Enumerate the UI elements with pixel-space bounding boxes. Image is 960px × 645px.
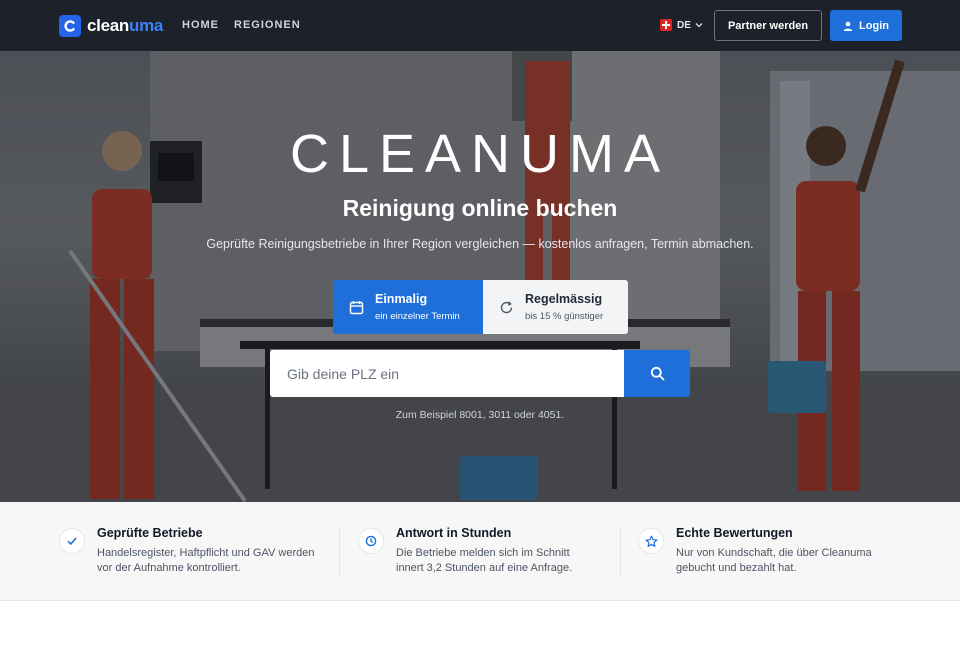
hero-section: CLEANUMA Reinigung online buchen Geprüft… <box>0 51 960 502</box>
feature-item: Echte Bewertungen Nur von Kundschaft, di… <box>638 526 904 576</box>
swiss-flag-icon <box>660 19 672 31</box>
option-einmalig-label: Einmalig <box>375 292 428 306</box>
features-strip: Geprüfte Betriebe Handelsregister, Haftp… <box>0 502 960 601</box>
divider <box>339 528 340 576</box>
option-einmalig-hint: ein einzelner Termin <box>375 311 460 322</box>
hero-overlay <box>0 51 960 502</box>
feature-description-line: gebucht und bezahlt hat. <box>676 562 797 574</box>
language-label: DE <box>677 19 691 31</box>
calendar-icon <box>349 300 364 314</box>
booking-frequency-toggle: Einmalig ein einzelner Termin Regelmässi… <box>333 280 628 334</box>
feature-title: Echte Bewertungen <box>676 526 793 540</box>
nav-link-home[interactable]: HOME <box>182 19 219 31</box>
feature-description: Nur von Kundschaft, die über Cleanuma geb… <box>676 546 904 576</box>
option-regelmaessig[interactable]: Regelmässig bis 15 % günstiger <box>483 280 628 334</box>
feature-description-line: Nur von Kundschaft, die über Cleanuma <box>676 547 872 559</box>
logo-text-part2: uma <box>128 15 164 35</box>
language-selector[interactable]: DE <box>660 18 703 32</box>
option-regelmaessig-hint: bis 15 % günstiger <box>525 311 604 322</box>
hero-subtitle: Reinigung online buchen <box>342 195 618 221</box>
feature-title: Geprüfte Betriebe <box>97 526 203 540</box>
logo[interactable]: cleanuma <box>59 14 163 37</box>
nav-link-regionen[interactable]: REGIONEN <box>234 19 301 31</box>
plz-search-input[interactable] <box>270 350 624 397</box>
hero-description: Geprüfte Reinigungsbetriebe in Ihrer Reg… <box>206 237 754 251</box>
feature-description: Die Betriebe melden sich im Schnitt inner… <box>396 546 624 576</box>
hero-title: CLEANUMA <box>289 124 671 184</box>
feature-item: Antwort in Stunden Die Betriebe melden s… <box>358 526 624 576</box>
logo-text: cleanuma <box>87 16 163 36</box>
logo-text-part1: clean <box>87 15 129 35</box>
feature-description: Handelsregister, Haftpflicht und GAV wer… <box>97 546 325 576</box>
chevron-down-icon <box>695 23 703 28</box>
check-icon <box>59 528 85 554</box>
plz-search-bar <box>270 350 690 397</box>
clock-icon <box>358 528 384 554</box>
logo-mark-icon <box>59 14 81 37</box>
feature-title: Antwort in Stunden <box>396 526 512 540</box>
login-label: Login <box>859 19 889 32</box>
feature-description-line: Handelsregister, Haftpflicht und GAV wer… <box>97 547 315 559</box>
feature-description-line: Die Betriebe melden sich im Schnitt <box>396 547 570 559</box>
user-icon <box>843 21 853 31</box>
plz-example-hint: Zum Beispiel 8001, 3011 oder 4051. <box>395 409 565 421</box>
option-einmalig[interactable]: Einmalig ein einzelner Termin <box>333 280 483 334</box>
top-navbar: cleanuma HOME REGIONEN DE Partner werden… <box>0 0 960 51</box>
option-regelmaessig-label: Regelmässig <box>525 292 603 306</box>
feature-item: Geprüfte Betriebe Handelsregister, Haftp… <box>59 526 325 576</box>
feature-description-line: vor der Aufnahme kontrolliert. <box>97 562 241 574</box>
search-icon <box>650 366 664 381</box>
login-button[interactable]: Login <box>830 10 902 41</box>
feature-description-line: innert 3,2 Stunden auf eine Anfrage. <box>396 562 573 574</box>
divider <box>620 528 621 576</box>
partner-button[interactable]: Partner werden <box>714 10 822 41</box>
refresh-icon <box>500 300 513 313</box>
star-icon <box>638 528 664 554</box>
search-button[interactable] <box>624 350 690 397</box>
